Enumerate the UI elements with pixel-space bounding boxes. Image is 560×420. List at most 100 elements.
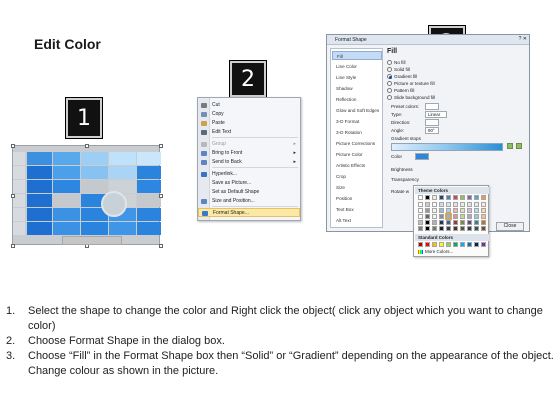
menu-item-hyperlink[interactable]: Hyperlink...	[198, 170, 300, 179]
color-swatch[interactable]	[481, 208, 486, 213]
color-swatch[interactable]	[418, 208, 423, 213]
selection-handle[interactable]	[11, 144, 15, 148]
color-swatch[interactable]	[467, 226, 472, 231]
standard-color-swatch[interactable]	[474, 242, 479, 247]
color-swatch[interactable]	[474, 208, 479, 213]
color-swatch[interactable]	[474, 214, 479, 219]
color-swatch[interactable]	[467, 214, 472, 219]
color-swatch[interactable]	[418, 226, 423, 231]
selection-handle[interactable]	[85, 144, 89, 148]
color-swatch[interactable]	[425, 214, 430, 219]
standard-color-swatch[interactable]	[439, 242, 444, 247]
menu-item-paste[interactable]: Paste	[198, 119, 300, 128]
color-swatch[interactable]	[474, 202, 479, 207]
color-swatch[interactable]	[453, 202, 458, 207]
category-shadow[interactable]: Shadow	[332, 84, 382, 93]
color-swatch[interactable]	[481, 195, 486, 200]
standard-color-swatch[interactable]	[418, 242, 423, 247]
color-swatch[interactable]	[439, 208, 444, 213]
type-dropdown[interactable]: Linear	[425, 111, 447, 118]
category-alt-text[interactable]: Alt Text	[332, 216, 382, 225]
color-swatch[interactable]	[481, 226, 486, 231]
menu-item-send-to-back[interactable]: Send to Back ▸	[198, 158, 300, 167]
radio-solid-fill[interactable]: Solid fill	[387, 66, 410, 73]
color-swatch[interactable]	[453, 220, 458, 225]
menu-item-bring-to-front[interactable]: Bring to Front ▸	[198, 149, 300, 158]
category-reflection[interactable]: Reflection	[332, 95, 382, 104]
menu-item-group[interactable]: Group ▸	[198, 140, 300, 149]
selected-shape[interactable]	[11, 144, 163, 248]
standard-color-swatch[interactable]	[460, 242, 465, 247]
radio-no-fill[interactable]: No fill	[387, 59, 406, 66]
selection-handle[interactable]	[159, 144, 163, 148]
color-swatch[interactable]	[467, 208, 472, 213]
color-swatch[interactable]	[432, 208, 437, 213]
category-position[interactable]: Position	[332, 194, 382, 203]
color-swatch[interactable]	[446, 202, 451, 207]
menu-item-size-and-position[interactable]: Size and Position...	[198, 197, 300, 206]
color-swatch[interactable]	[460, 202, 465, 207]
color-swatch[interactable]	[432, 220, 437, 225]
direction-dropdown[interactable]	[425, 119, 439, 126]
category-picture-color[interactable]: Picture Color	[332, 150, 382, 159]
standard-color-swatch[interactable]	[453, 242, 458, 247]
selection-handle[interactable]	[11, 194, 15, 198]
color-swatch[interactable]	[418, 220, 423, 225]
menu-item-cut[interactable]: Cut	[198, 101, 300, 110]
color-swatch[interactable]	[445, 213, 452, 220]
color-swatch[interactable]	[418, 195, 423, 200]
category-3-d-format[interactable]: 3-D Format	[332, 117, 382, 126]
color-swatch[interactable]	[432, 202, 437, 207]
color-swatch[interactable]	[460, 195, 465, 200]
radio-slide-background-fill[interactable]: Slide background fill	[387, 94, 435, 101]
add-stop-icon[interactable]	[507, 143, 513, 149]
color-swatch[interactable]	[467, 195, 472, 200]
standard-color-swatch[interactable]	[432, 242, 437, 247]
color-swatch[interactable]	[453, 214, 458, 219]
color-swatch[interactable]	[474, 220, 479, 225]
preset-colors-dropdown[interactable]	[425, 103, 439, 110]
color-swatch[interactable]	[439, 202, 444, 207]
color-swatch[interactable]	[439, 226, 444, 231]
selection-handle[interactable]	[159, 244, 163, 248]
category-crop[interactable]: Crop	[332, 172, 382, 181]
color-swatch[interactable]	[425, 195, 430, 200]
color-swatch[interactable]	[474, 195, 479, 200]
color-swatch[interactable]	[425, 202, 430, 207]
color-swatch[interactable]	[460, 220, 465, 225]
color-swatch[interactable]	[432, 214, 437, 219]
color-swatch[interactable]	[481, 214, 486, 219]
menu-item-save-as-picture[interactable]: Save as Picture...	[198, 179, 300, 188]
color-swatch[interactable]	[439, 195, 444, 200]
category-size[interactable]: Size	[332, 183, 382, 192]
category-line-color[interactable]: Line Color	[332, 62, 382, 71]
radio-picture-or-texture-fill[interactable]: Picture or texture fill	[387, 80, 435, 87]
color-swatch[interactable]	[460, 208, 465, 213]
color-swatch[interactable]	[432, 195, 437, 200]
color-swatch[interactable]	[418, 202, 423, 207]
category-line-style[interactable]: Line Style	[332, 73, 382, 82]
color-swatch[interactable]	[453, 226, 458, 231]
menu-item-format-shape[interactable]: Format Shape...	[198, 208, 300, 217]
radio-gradient-fill[interactable]: Gradient fill	[387, 73, 417, 80]
category-artistic-effects[interactable]: Artistic Effects	[332, 161, 382, 170]
color-swatch[interactable]	[474, 226, 479, 231]
close-button[interactable]: Close	[496, 222, 524, 231]
selection-handle[interactable]	[159, 194, 163, 198]
color-swatch[interactable]	[446, 226, 451, 231]
color-swatch[interactable]	[425, 208, 430, 213]
color-swatch[interactable]	[446, 208, 451, 213]
menu-item-edit-text[interactable]: Edit Text	[198, 128, 300, 137]
menu-item-set-as-default-shape[interactable]: Set as Default Shape	[198, 188, 300, 197]
standard-color-swatch[interactable]	[467, 242, 472, 247]
color-swatch[interactable]	[467, 202, 472, 207]
color-swatch[interactable]	[453, 195, 458, 200]
color-swatch[interactable]	[467, 220, 472, 225]
gradient-stops-bar[interactable]	[391, 143, 503, 151]
angle-spinner[interactable]: 90°	[425, 127, 439, 134]
remove-stop-icon[interactable]	[516, 143, 522, 149]
color-swatch[interactable]	[432, 226, 437, 231]
category-fill[interactable]: Fill	[332, 51, 382, 60]
standard-color-swatch[interactable]	[481, 242, 486, 247]
radio-pattern-fill[interactable]: Pattern fill	[387, 87, 414, 94]
